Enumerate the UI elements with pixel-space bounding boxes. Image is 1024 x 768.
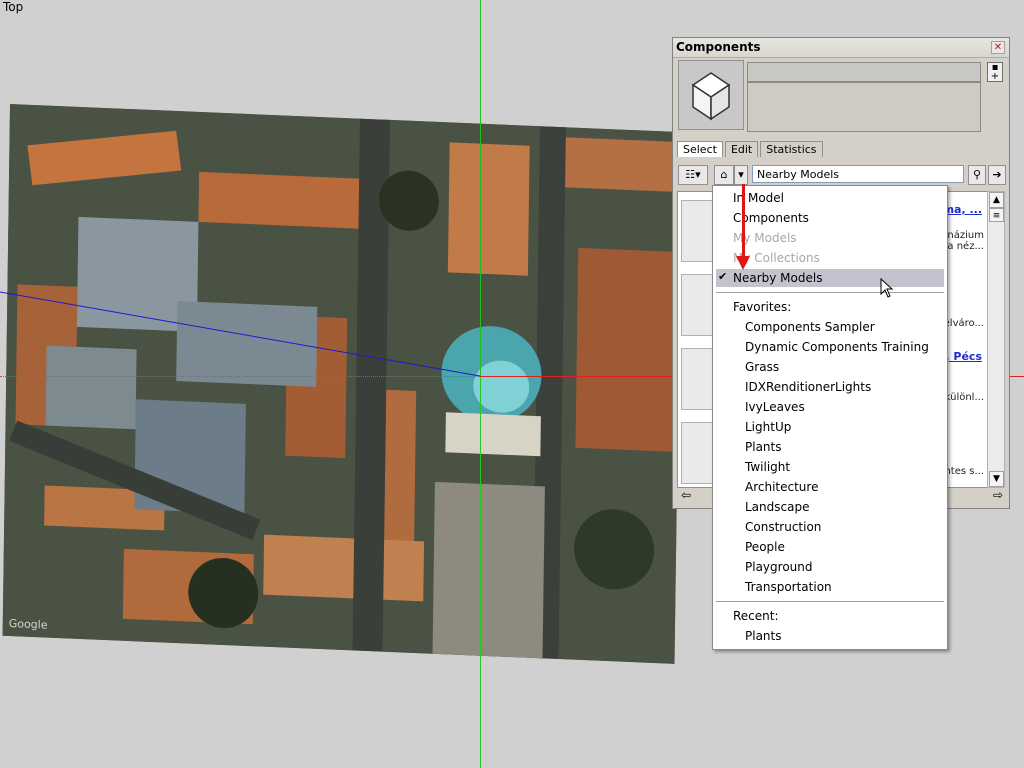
view-name-label: Top [3, 0, 24, 14]
search-icon[interactable]: ⚲ [968, 165, 986, 185]
favorite-item[interactable]: Landscape [745, 498, 809, 516]
details-arrow-icon[interactable]: ➔ [988, 165, 1006, 185]
scroll-down-icon[interactable]: ▼ [989, 471, 1004, 487]
favorite-item[interactable]: Plants [745, 438, 782, 456]
google-logo: Google [8, 617, 48, 632]
component-name-field[interactable] [747, 62, 981, 82]
menu-item-nearby-models[interactable]: Nearby Models [733, 269, 822, 287]
favorite-item[interactable]: Transportation [745, 578, 832, 596]
tab-select[interactable]: Select [677, 141, 723, 157]
menu-separator [716, 292, 944, 293]
panel-toolbar: ☷▾ ⌂ ▾ Nearby Models ⚲ ➔ [676, 164, 1006, 186]
search-input[interactable]: Nearby Models [752, 165, 964, 183]
details-button[interactable]: ▪ + [987, 62, 1003, 82]
forward-arrow-icon[interactable]: ⇨ [993, 488, 1003, 502]
favorite-item[interactable]: Grass [745, 358, 779, 376]
panel-titlebar[interactable]: Components ✕ [673, 38, 1009, 58]
component-thumbnail [678, 60, 744, 130]
favorite-item[interactable]: People [745, 538, 785, 556]
collections-dropdown-menu: ✔ In Model Components My Models My Colle… [712, 185, 948, 650]
favorite-item[interactable]: Components Sampler [745, 318, 875, 336]
recent-header: Recent: [733, 609, 779, 623]
satellite-imagery: Google [2, 104, 682, 664]
result-desc-2: elváro... [943, 318, 984, 329]
tab-statistics[interactable]: Statistics [760, 141, 823, 157]
annotation-arrow [742, 184, 745, 258]
recent-item[interactable]: Plants [745, 627, 782, 645]
results-scrollbar[interactable]: ▲ ≡ ▼ [987, 191, 1005, 488]
close-button[interactable]: ✕ [991, 41, 1005, 54]
navigation-dropdown-button[interactable]: ▾ [734, 165, 748, 185]
view-options-button[interactable]: ☷▾ [678, 165, 708, 185]
result-desc-4: ntes s... [944, 466, 984, 477]
green-axis-negative [480, 376, 481, 768]
result-desc-3: különl... [944, 392, 984, 403]
menu-item-in-model[interactable]: In Model [733, 189, 784, 207]
favorites-header: Favorites: [733, 300, 792, 314]
back-arrow-icon[interactable]: ⇦ [681, 488, 691, 502]
scroll-thumb[interactable]: ≡ [989, 208, 1004, 222]
aerial-image [2, 104, 682, 664]
annotation-arrow-head [736, 256, 750, 270]
panel-title: Components [676, 40, 761, 54]
blue-axis [0, 291, 481, 377]
checkmark-icon: ✔ [718, 270, 728, 283]
favorite-item[interactable]: Construction [745, 518, 821, 536]
favorite-item[interactable]: LightUp [745, 418, 791, 436]
mouse-cursor-icon [880, 278, 894, 298]
result-link-1[interactable]: ma, ... [943, 203, 982, 216]
menu-separator [716, 601, 944, 602]
panel-tabs: Select Edit Statistics [677, 141, 825, 159]
favorite-item[interactable]: IvyLeaves [745, 398, 805, 416]
home-icon[interactable]: ⌂ [714, 165, 734, 185]
component-description-field[interactable] [747, 82, 981, 132]
cube-icon [691, 72, 731, 121]
favorite-item[interactable]: Twilight [745, 458, 790, 476]
favorite-item[interactable]: IDXRenditionerLights [745, 378, 871, 396]
favorite-item[interactable]: Architecture [745, 478, 818, 496]
tab-edit[interactable]: Edit [724, 141, 759, 157]
scroll-up-icon[interactable]: ▲ [989, 192, 1004, 208]
favorite-item[interactable]: Dynamic Components Training [745, 338, 929, 356]
favorite-item[interactable]: Playground [745, 558, 812, 576]
